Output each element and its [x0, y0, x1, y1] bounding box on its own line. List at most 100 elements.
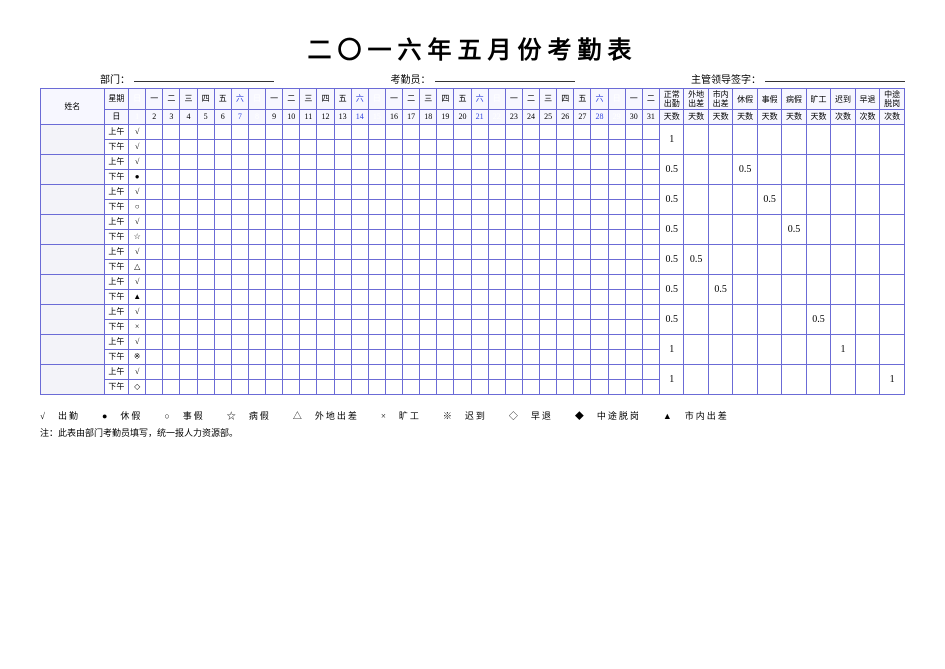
mark-cell [351, 125, 368, 140]
shift-pm: 下午 [104, 350, 128, 365]
mark-cell [385, 320, 402, 335]
mark-cell [608, 380, 625, 395]
mark-cell [385, 185, 402, 200]
mark-cell [266, 155, 283, 170]
mark-cell [351, 275, 368, 290]
mark-cell [420, 125, 437, 140]
mark-cell [420, 230, 437, 245]
mark-cell [214, 260, 231, 275]
mark-cell [317, 350, 334, 365]
mark-cell [471, 245, 488, 260]
sum-cell: 0.5 [782, 215, 806, 245]
mark-cell: √ [129, 275, 146, 290]
header-weekday-label: 星期 [104, 89, 128, 110]
mark-cell [197, 305, 214, 320]
mark-cell [488, 155, 505, 170]
mark-cell [437, 260, 454, 275]
mark-cell [471, 260, 488, 275]
header-weekday: 一 [266, 89, 283, 110]
name-cell [41, 125, 105, 155]
mark-cell: √ [129, 125, 146, 140]
mark-cell [471, 125, 488, 140]
mark-cell [197, 140, 214, 155]
header-summary-unit: 天数 [757, 110, 781, 125]
mark-cell [334, 215, 351, 230]
mark-cell [300, 200, 317, 215]
sum-cell [880, 155, 905, 185]
sum-cell [806, 125, 830, 155]
header-date: 18 [420, 110, 437, 125]
mark-cell [522, 290, 539, 305]
header-date: 3 [163, 110, 180, 125]
mark-cell [574, 350, 591, 365]
mark-cell [214, 125, 231, 140]
mark-cell [163, 290, 180, 305]
mark-cell [231, 140, 248, 155]
mark-cell [420, 350, 437, 365]
mark-cell [300, 215, 317, 230]
header-weekday: 一 [505, 89, 522, 110]
sum-cell: 1 [880, 365, 905, 395]
mark-cell [488, 215, 505, 230]
header-weekday: 日 [608, 89, 625, 110]
mark-cell [300, 170, 317, 185]
mark-cell [557, 125, 574, 140]
header-weekday: 四 [437, 89, 454, 110]
mark-cell [488, 125, 505, 140]
mark-cell [488, 305, 505, 320]
sum-cell [757, 335, 781, 365]
mark-cell [334, 260, 351, 275]
mark-cell [317, 320, 334, 335]
header-summary-unit: 次数 [855, 110, 879, 125]
mark-cell [214, 230, 231, 245]
mark-cell [231, 290, 248, 305]
mark-cell [146, 245, 163, 260]
mark-cell [437, 125, 454, 140]
header-summary: 早退 [855, 89, 879, 110]
mark-cell [591, 170, 608, 185]
mark-cell [420, 215, 437, 230]
mark-cell [642, 290, 659, 305]
mark-cell [642, 365, 659, 380]
mark-cell [574, 230, 591, 245]
mark-cell [283, 140, 300, 155]
mark-cell [180, 200, 197, 215]
mark-cell [540, 335, 557, 350]
sum-cell [733, 335, 757, 365]
mark-cell [385, 335, 402, 350]
header-weekday: 二 [522, 89, 539, 110]
header-date: 27 [574, 110, 591, 125]
sum-cell [684, 335, 708, 365]
header-date-label: 日 [104, 110, 128, 125]
mark-cell [403, 260, 420, 275]
mark-cell [231, 230, 248, 245]
mark-cell [266, 260, 283, 275]
header-date: 8 [248, 110, 265, 125]
header-summary-unit: 天数 [659, 110, 683, 125]
mark-cell [454, 125, 471, 140]
mark-cell [420, 380, 437, 395]
mark-cell [283, 290, 300, 305]
header-summary-unit: 天数 [708, 110, 732, 125]
header-summary: 外地出差 [684, 89, 708, 110]
mark-cell: ● [129, 170, 146, 185]
mark-cell [300, 155, 317, 170]
shift-am: 上午 [104, 155, 128, 170]
mark-cell [248, 185, 265, 200]
sum-cell [831, 275, 855, 305]
sum-cell [831, 365, 855, 395]
mark-cell [231, 380, 248, 395]
mark-cell [351, 365, 368, 380]
mark-cell [334, 200, 351, 215]
sum-cell [855, 215, 879, 245]
mark-cell [180, 335, 197, 350]
mark-cell [625, 335, 642, 350]
name-cell [41, 215, 105, 245]
mark-cell [385, 275, 402, 290]
mark-cell [214, 245, 231, 260]
mark-cell [540, 365, 557, 380]
mark-cell [625, 275, 642, 290]
mark-cell [403, 290, 420, 305]
sum-cell [733, 275, 757, 305]
header-summary-unit: 次数 [831, 110, 855, 125]
